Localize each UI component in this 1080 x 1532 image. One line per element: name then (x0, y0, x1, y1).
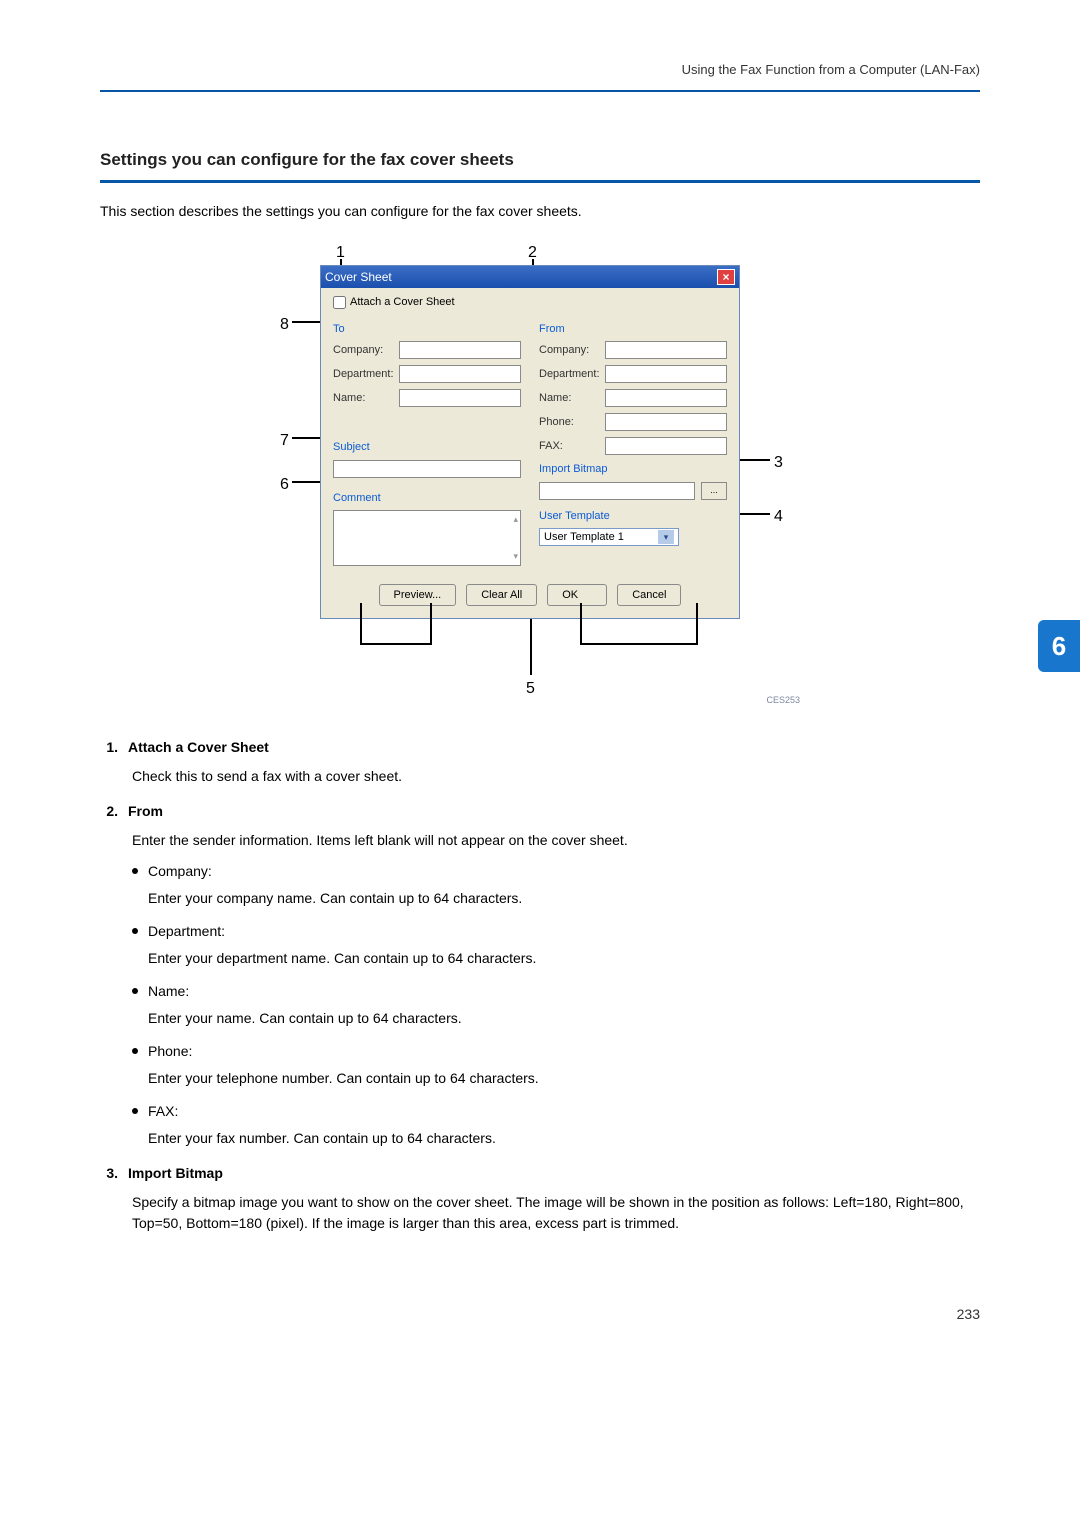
section-rule (100, 180, 980, 183)
sub-item: Department: Enter your department name. … (132, 921, 980, 969)
definitions-list: 1. Attach a Cover Sheet Check this to se… (100, 737, 980, 1234)
sub-label: FAX: (148, 1101, 178, 1122)
to-department-label: Department: (333, 366, 395, 383)
sub-desc: Enter your company name. Can contain up … (148, 888, 980, 909)
definition-item-3: 3. Import Bitmap Specify a bitmap image … (100, 1163, 980, 1234)
ok-button[interactable]: OK (547, 584, 607, 606)
callout-5: 5 (526, 677, 535, 701)
from-fax-input[interactable] (605, 437, 727, 455)
attach-cover-sheet-checkbox[interactable] (333, 296, 346, 309)
user-template-value: User Template 1 (544, 529, 624, 546)
bullet-icon (132, 1048, 138, 1054)
bullet-icon (132, 868, 138, 874)
to-department-input[interactable] (399, 365, 521, 383)
page-number: 233 (100, 1304, 980, 1325)
running-head: Using the Fax Function from a Computer (… (100, 60, 980, 80)
callout-6: 6 (280, 473, 289, 497)
from-phone-label: Phone: (539, 414, 601, 431)
preview-button[interactable]: Preview... (379, 584, 457, 606)
sub-item: Phone: Enter your telephone number. Can … (132, 1041, 980, 1089)
definition-item-1: 1. Attach a Cover Sheet Check this to se… (100, 737, 980, 787)
from-phone-input[interactable] (605, 413, 727, 431)
import-bitmap-path[interactable] (539, 482, 695, 500)
to-name-label: Name: (333, 390, 395, 407)
sub-desc: Enter your department name. Can contain … (148, 948, 980, 969)
sub-item: Name: Enter your name. Can contain up to… (132, 981, 980, 1029)
sub-item: FAX: Enter your fax number. Can contain … (132, 1101, 980, 1149)
definition-item-2: 2. From Enter the sender information. It… (100, 801, 980, 1149)
def-title: Import Bitmap (128, 1163, 223, 1184)
def-body: Enter the sender information. Items left… (132, 830, 980, 851)
to-name-input[interactable] (399, 389, 521, 407)
browse-button[interactable]: ... (701, 482, 727, 500)
to-heading: To (333, 321, 521, 338)
user-template-select[interactable]: User Template 1 ▾ (539, 528, 679, 546)
from-name-label: Name: (539, 390, 601, 407)
def-title: From (128, 801, 163, 822)
sub-desc: Enter your name. Can contain up to 64 ch… (148, 1008, 980, 1029)
callout-8: 8 (280, 313, 289, 337)
user-template-heading: User Template (539, 508, 727, 525)
cover-sheet-dialog-figure: 1 2 8 7 6 3 4 5 Cover Sheet × (280, 247, 800, 707)
sub-label: Name: (148, 981, 189, 1002)
figure-code: CES253 (766, 694, 800, 708)
subject-heading: Subject (333, 439, 521, 456)
to-company-input[interactable] (399, 341, 521, 359)
import-bitmap-heading: Import Bitmap (539, 461, 727, 478)
callout-7: 7 (280, 429, 289, 453)
dialog-title: Cover Sheet (325, 268, 392, 286)
comment-input[interactable]: ▴ ▾ (333, 510, 521, 566)
from-company-input[interactable] (605, 341, 727, 359)
callout-4: 4 (774, 505, 783, 529)
attach-cover-sheet-label: Attach a Cover Sheet (350, 294, 455, 311)
sub-desc: Enter your fax number. Can contain up to… (148, 1128, 980, 1149)
bullet-icon (132, 988, 138, 994)
chapter-tab: 6 (1038, 620, 1080, 672)
to-company-label: Company: (333, 342, 395, 359)
def-num: 1. (100, 737, 118, 758)
sub-item: Company: Enter your company name. Can co… (132, 861, 980, 909)
close-icon[interactable]: × (717, 269, 735, 285)
header-rule (100, 90, 980, 92)
callout-3: 3 (774, 451, 783, 475)
sub-desc: Enter your telephone number. Can contain… (148, 1068, 980, 1089)
def-body: Specify a bitmap image you want to show … (132, 1192, 980, 1234)
subject-input[interactable] (333, 460, 521, 478)
bullet-icon (132, 928, 138, 934)
from-company-label: Company: (539, 342, 601, 359)
cover-sheet-dialog: Cover Sheet × Attach a Cover Sheet To Co… (320, 265, 740, 619)
sub-label: Department: (148, 921, 225, 942)
def-title: Attach a Cover Sheet (128, 737, 269, 758)
chevron-down-icon: ▾ (658, 530, 674, 544)
def-num: 2. (100, 801, 118, 822)
from-heading: From (539, 321, 727, 338)
section-desc: This section describes the settings you … (100, 201, 980, 222)
from-fax-label: FAX: (539, 438, 601, 455)
def-body: Check this to send a fax with a cover sh… (132, 766, 980, 787)
cancel-button[interactable]: Cancel (617, 584, 681, 606)
from-department-input[interactable] (605, 365, 727, 383)
section-title: Settings you can configure for the fax c… (100, 147, 980, 173)
sub-label: Company: (148, 861, 212, 882)
def-num: 3. (100, 1163, 118, 1184)
from-name-input[interactable] (605, 389, 727, 407)
sub-label: Phone: (148, 1041, 192, 1062)
bullet-icon (132, 1108, 138, 1114)
comment-heading: Comment (333, 490, 521, 507)
clear-all-button[interactable]: Clear All (466, 584, 537, 606)
from-department-label: Department: (539, 366, 601, 383)
